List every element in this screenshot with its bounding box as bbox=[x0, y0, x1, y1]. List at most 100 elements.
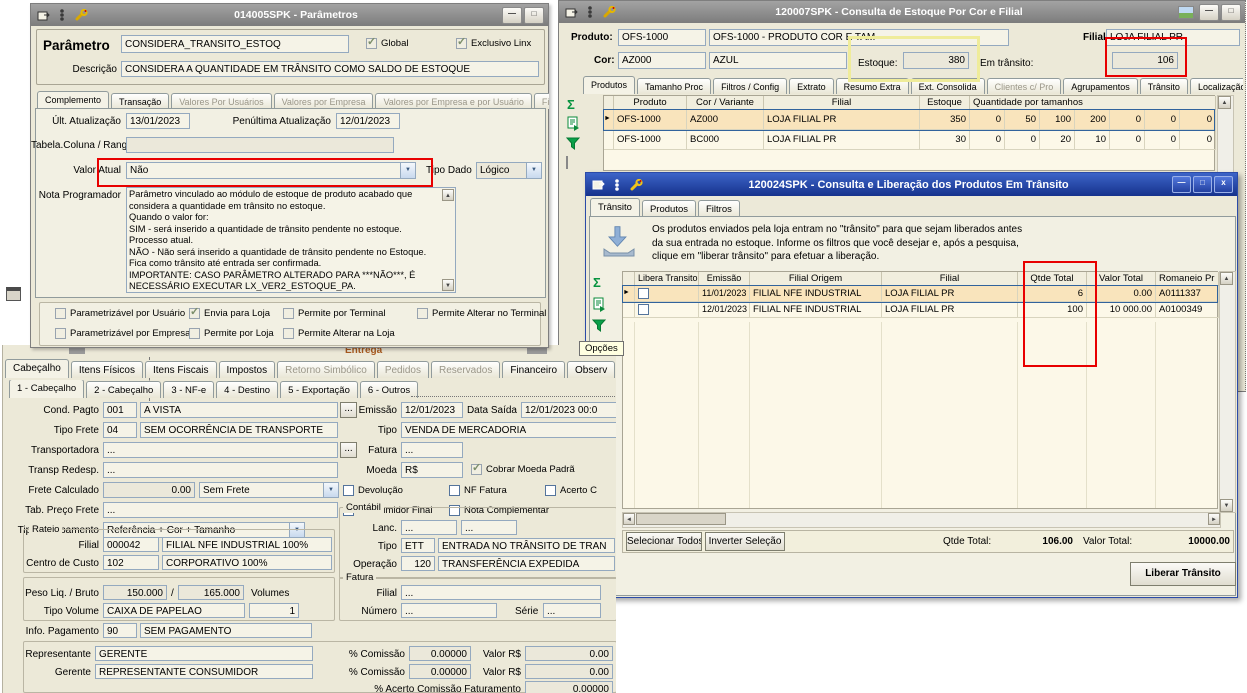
scroll-left-icon[interactable]: ◄ bbox=[623, 513, 635, 525]
subtab-1-cabecalho[interactable]: 1 - Cabeçalho bbox=[9, 380, 85, 398]
frete-tipo-dropdown[interactable]: Sem Frete ▼ bbox=[199, 482, 339, 498]
col-produto[interactable]: Produto bbox=[614, 96, 687, 110]
em-transito-field[interactable]: 106 bbox=[1112, 52, 1178, 69]
filial-field[interactable]: LOJA FILIAL PR bbox=[1106, 29, 1240, 46]
valor-rs-field-1[interactable]: 0.00 bbox=[525, 646, 613, 661]
global-checkbox[interactable]: Global bbox=[366, 37, 408, 49]
tab-extrato[interactable]: Extrato bbox=[789, 78, 834, 94]
copy-grid-icon[interactable] bbox=[566, 116, 580, 134]
tab-transito[interactable]: Trânsito bbox=[590, 198, 640, 217]
col-filial[interactable]: Filial bbox=[882, 272, 1018, 286]
tab-filtros[interactable]: Filtros bbox=[698, 200, 740, 217]
scroll-down-icon[interactable]: ▼ bbox=[1220, 499, 1233, 512]
scroll-down-icon[interactable]: ▼ bbox=[442, 279, 454, 291]
cell-libera-checkbox[interactable] bbox=[635, 286, 699, 302]
acerto-checkbox[interactable]: Acerto C bbox=[545, 485, 597, 496]
transit-table-row[interactable]: 12/01/2023 FILIAL NFE INDUSTRIAL LOJA FI… bbox=[623, 302, 1219, 318]
col-quantidade-tamanhos[interactable]: Quantidade por tamanhos bbox=[970, 96, 1216, 110]
tab-ext-consolida[interactable]: Ext. Consolida bbox=[910, 78, 985, 94]
hscroll-thumb[interactable] bbox=[636, 513, 726, 525]
inverter-selecao-button[interactable]: Inverter Seleção bbox=[705, 532, 785, 551]
filter-funnel-icon[interactable] bbox=[565, 137, 581, 154]
close-button[interactable]: x bbox=[1214, 176, 1233, 193]
fatura-filial-field[interactable]: ... bbox=[401, 585, 601, 600]
penultima-field[interactable]: 12/01/2023 bbox=[336, 113, 400, 129]
wrench-icon[interactable] bbox=[73, 8, 89, 22]
tab-tamanho-proc[interactable]: Tamanho Proc bbox=[637, 78, 712, 94]
tab-impostos[interactable]: Impostos bbox=[218, 361, 276, 378]
contabil-tipo-desc-field[interactable]: ENTRADA NO TRÂNSITO DE TRAN bbox=[438, 538, 615, 553]
tab-transito[interactable]: Trânsito bbox=[1139, 78, 1188, 94]
tab-localizacao[interactable]: Localização Fi bbox=[1189, 78, 1243, 94]
estoque-field[interactable]: 380 bbox=[903, 52, 969, 69]
tabela-coluna-field[interactable] bbox=[126, 137, 394, 153]
tab-itens-fiscais[interactable]: Itens Fiscais bbox=[144, 361, 217, 378]
parametro-field[interactable]: CONSIDERA_TRANSITO_ESTOQ bbox=[121, 35, 349, 53]
representante-field[interactable]: GERENTE bbox=[95, 646, 313, 661]
produto-desc-field[interactable]: OFS-1000 - PRODUTO COR E TAM bbox=[709, 29, 1009, 46]
lanc-field-2[interactable]: ... bbox=[461, 520, 517, 535]
scroll-right-icon[interactable]: ► bbox=[1208, 513, 1220, 525]
tipo-frete-desc-field[interactable]: SEM OCORRÊNCIA DE TRANSPORTE bbox=[140, 422, 338, 438]
stock-table-row[interactable]: ► OFS-1000 AZ000 LOJA FILIAL PR 350 0 50… bbox=[603, 109, 1216, 131]
permite-terminal-checkbox[interactable]: Permite por Terminal bbox=[283, 308, 385, 319]
lanc-field-1[interactable]: ... bbox=[401, 520, 457, 535]
frete-calculado-field[interactable]: 0.00 bbox=[103, 482, 195, 498]
rateio-filial-code-field[interactable]: 000042 bbox=[103, 537, 159, 552]
window-export-icon[interactable] bbox=[35, 8, 51, 22]
stock-window-titlebar[interactable]: 120007SPK - Consulta de Estoque Por Cor … bbox=[559, 1, 1245, 23]
tab-observ[interactable]: Observ bbox=[567, 361, 616, 378]
col-emissao[interactable]: Emissão bbox=[699, 272, 750, 286]
centro-custo-desc-field[interactable]: CORPORATIVO 100% bbox=[162, 555, 332, 570]
maximize-button[interactable]: □ bbox=[1193, 176, 1212, 193]
info-pagamento-desc-field[interactable]: SEM PAGAMENTO bbox=[140, 623, 312, 638]
descricao-field[interactable]: CONSIDERA A QUANTIDADE EM TRÂNSITO COMO … bbox=[121, 61, 539, 77]
exclusivo-linx-checkbox[interactable]: Exclusivo Linx bbox=[456, 37, 531, 49]
ult-atualizacao-field[interactable]: 13/01/2023 bbox=[126, 113, 190, 129]
tab-filtros-config[interactable]: Filtros / Config bbox=[713, 78, 788, 94]
acerto-comissao-field[interactable]: 0.00000 bbox=[525, 681, 613, 693]
peso-liq-field[interactable]: 150.000 bbox=[103, 585, 167, 600]
cond-pagto-desc-field[interactable]: A VISTA bbox=[140, 402, 338, 418]
scroll-up-icon[interactable]: ▲ bbox=[1218, 96, 1231, 109]
subtab-5-exportacao[interactable]: 5 - Exportação bbox=[280, 381, 358, 398]
devolucao-checkbox[interactable]: Devolução bbox=[343, 485, 403, 496]
tipo-frete-code-field[interactable]: 04 bbox=[103, 422, 137, 438]
transit-table-hscrollbar[interactable]: ◄ ► bbox=[622, 512, 1221, 528]
tipo-dado-dropdown[interactable]: Lógico ▼ bbox=[476, 162, 542, 179]
dropdown-arrow-icon[interactable]: ▼ bbox=[400, 163, 415, 178]
permite-alterar-loja-checkbox[interactable]: Permite Alterar na Loja bbox=[283, 328, 395, 339]
cobrar-moeda-checkbox[interactable]: Cobrar Moeda Padrã bbox=[471, 463, 575, 475]
selecionar-todos-button[interactable]: Selecionar Todos bbox=[626, 532, 702, 551]
valor-atual-dropdown[interactable]: Não ▼ bbox=[126, 162, 416, 179]
data-saida-field[interactable]: 12/01/2023 00:0 bbox=[521, 402, 616, 418]
subtab-6-outros[interactable]: 6 - Outros bbox=[359, 381, 419, 398]
copy-grid-icon[interactable] bbox=[592, 297, 606, 315]
fatura-field[interactable]: ... bbox=[401, 442, 463, 458]
col-filial-origem[interactable]: Filial Origem bbox=[750, 272, 882, 286]
operacao-desc-field[interactable]: TRANSFERÊNCIA EXPEDIDA bbox=[438, 556, 615, 571]
image-preview-icon[interactable] bbox=[1178, 5, 1194, 19]
peso-bruto-field[interactable]: 165.000 bbox=[178, 585, 244, 600]
col-valor-total[interactable]: Valor Total bbox=[1087, 272, 1156, 286]
produto-code-field[interactable]: OFS-1000 bbox=[618, 29, 706, 46]
tab-financeiro[interactable]: Financeiro bbox=[502, 361, 566, 378]
tab-itens-fisicos[interactable]: Itens Físicos bbox=[70, 361, 143, 378]
tipo-volume-field[interactable]: CAIXA DE PAPELAO bbox=[103, 603, 245, 618]
column-stack-icon[interactable] bbox=[54, 8, 70, 22]
col-estoque[interactable]: Estoque bbox=[920, 96, 970, 110]
col-filial[interactable]: Filial bbox=[764, 96, 920, 110]
wrench-icon[interactable] bbox=[601, 5, 617, 19]
contabil-tipo-code-field[interactable]: ETT bbox=[401, 538, 435, 553]
operacao-code-field[interactable]: 120 bbox=[401, 556, 435, 571]
tipo-field[interactable]: VENDA DE MERCADORIA bbox=[401, 422, 616, 438]
tab-transacao[interactable]: Transação bbox=[111, 93, 170, 109]
col-cor-variante[interactable]: Cor / Variante bbox=[687, 96, 764, 110]
nota-programador-textarea[interactable]: Parâmetro vinculado ao módulo de estoque… bbox=[126, 187, 456, 293]
liberar-transito-button[interactable]: Liberar Trânsito bbox=[1130, 562, 1236, 586]
parametrizavel-usuario-checkbox[interactable]: Parametrizável por Usuário bbox=[55, 308, 185, 319]
tab-agrupamentos[interactable]: Agrupamentos bbox=[1063, 78, 1138, 94]
scroll-up-icon[interactable]: ▲ bbox=[1220, 272, 1233, 285]
valor-rs-field-2[interactable]: 0.00 bbox=[525, 664, 613, 679]
transp-redesp-field[interactable]: ... bbox=[103, 462, 338, 478]
